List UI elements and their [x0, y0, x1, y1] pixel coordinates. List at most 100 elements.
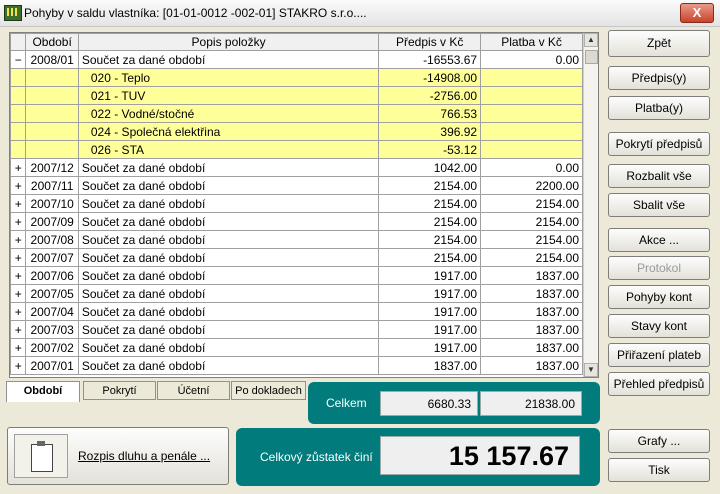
period-cell: 2007/04 — [25, 302, 79, 321]
period-cell: 2007/01 — [25, 356, 79, 375]
scroll-thumb[interactable] — [585, 50, 598, 64]
rozbalit-vse-button[interactable]: Rozbalit vše — [608, 164, 710, 188]
tab-obdobi[interactable]: Období — [6, 381, 80, 402]
platba-cell: 1837.00 — [480, 356, 583, 375]
predpis-cell: 2154.00 — [378, 230, 482, 249]
period-row[interactable]: +2007/11 Součet za dané období 2154.00 2200… — [10, 176, 583, 195]
description-cell: Součet za dané období — [77, 284, 380, 303]
clipboard-icon — [14, 434, 68, 478]
collapse-icon[interactable]: − — [10, 50, 27, 69]
sub-item-row[interactable]: 020 - Teplo -14908.00 — [10, 68, 583, 87]
period-row[interactable]: +2007/02 Součet za dané období 1917.00 1837… — [10, 338, 583, 357]
platba-cell: 1837.00 — [480, 320, 583, 339]
period-cell: 2007/09 — [25, 212, 79, 231]
header-period[interactable]: Období — [25, 33, 79, 51]
tisk-button[interactable]: Tisk — [608, 458, 710, 482]
period-cell: 2007/12 — [25, 158, 79, 177]
sub-item-row[interactable]: 024 - Společná elektřina 396.92 — [10, 122, 583, 141]
predpis-cell: 2154.00 — [378, 194, 482, 213]
expand-icon[interactable]: + — [10, 320, 27, 339]
scroll-up-icon[interactable]: ▲ — [584, 33, 598, 47]
header-predpis[interactable]: Předpis v Kč — [378, 33, 482, 51]
protokol-button[interactable]: Protokol — [608, 256, 710, 280]
platba-cell: 1837.00 — [480, 338, 583, 357]
header-description[interactable]: Popis položky — [77, 33, 380, 51]
period-row[interactable]: −2008/01 Součet za dané období -16553.67 0.… — [10, 50, 583, 69]
sub-item-row[interactable]: 026 - STA -53.12 — [10, 140, 583, 159]
pohyby-kont-button[interactable]: Pohyby kont — [608, 285, 710, 309]
predpis-cell: -53.12 — [378, 140, 482, 159]
platba-button[interactable]: Platba(y) — [608, 96, 710, 120]
close-button[interactable]: X — [680, 3, 714, 23]
period-row[interactable]: +2007/10 Součet za dané období 2154.00 2154… — [10, 194, 583, 213]
rozpis-label: Rozpis dluhu a penále ... — [78, 449, 211, 463]
period-cell: 2008/01 — [25, 50, 79, 69]
description-cell: Součet za dané období — [77, 194, 380, 213]
akce-button[interactable]: Akce ... — [608, 228, 710, 252]
app-icon — [4, 5, 22, 21]
tab-ucetni[interactable]: Účetní — [157, 381, 230, 400]
total-platba: 21838.00 — [480, 391, 582, 416]
vertical-scrollbar[interactable]: ▲ ▼ — [583, 33, 598, 377]
expand-icon[interactable]: + — [10, 158, 27, 177]
period-row[interactable]: +2007/07 Součet za dané období 2154.00 2154… — [10, 248, 583, 267]
period-row[interactable]: +2007/06 Součet za dané období 1917.00 1837… — [10, 266, 583, 285]
period-row[interactable]: +2007/05 Součet za dané období 1917.00 1837… — [10, 284, 583, 303]
expand-icon[interactable]: + — [10, 302, 27, 321]
platba-cell: 1837.00 — [480, 302, 583, 321]
description-cell: Součet za dané období — [77, 248, 380, 267]
movements-table: Období Popis položky Předpis v Kč Platba… — [10, 33, 583, 375]
expand-icon[interactable]: + — [10, 356, 27, 375]
period-cell: 2007/02 — [25, 338, 79, 357]
zpet-button[interactable]: Zpět — [608, 30, 710, 57]
predpis-button[interactable]: Předpis(y) — [608, 66, 710, 90]
expand-icon[interactable]: + — [10, 194, 27, 213]
total-predpis: 6680.33 — [380, 391, 478, 416]
header-expander — [10, 33, 27, 51]
expand-icon[interactable]: + — [10, 284, 27, 303]
expand-icon[interactable]: + — [10, 248, 27, 267]
header-platba[interactable]: Platba v Kč — [480, 33, 583, 51]
predpis-cell: 1917.00 — [378, 320, 482, 339]
movements-grid[interactable]: Období Popis položky Předpis v Kč Platba… — [9, 32, 599, 378]
expand-icon[interactable]: + — [10, 266, 27, 285]
expand-icon[interactable]: + — [10, 230, 27, 249]
scroll-down-icon[interactable]: ▼ — [584, 363, 598, 377]
row-expander-cell — [10, 104, 27, 123]
expand-icon[interactable]: + — [10, 176, 27, 195]
predpis-cell: 766.53 — [378, 104, 482, 123]
tab-pokryti[interactable]: Pokrytí — [83, 381, 156, 400]
predpis-cell: 2154.00 — [378, 248, 482, 267]
sbalit-vse-button[interactable]: Sbalit vše — [608, 193, 710, 217]
predpis-cell: 396.92 — [378, 122, 482, 141]
description-cell: Součet za dané období — [77, 338, 380, 357]
pokryti-predpisu-button[interactable]: Pokrytí předpisů — [608, 132, 710, 156]
tab-po-dokladech[interactable]: Po dokladech — [231, 381, 306, 400]
table-header-row: Období Popis položky Předpis v Kč Platba… — [10, 33, 583, 51]
description-cell: Součet za dané období — [77, 320, 380, 339]
sub-item-row[interactable]: 021 - TUV -2756.00 — [10, 86, 583, 105]
totals-label: Celkem — [326, 396, 367, 410]
period-row[interactable]: +2007/12 Součet za dané období 1042.00 0.00 — [10, 158, 583, 177]
rozpis-dluhu-button[interactable]: Rozpis dluhu a penále ... — [7, 427, 229, 485]
platba-cell — [480, 104, 583, 123]
prirazeni-plateb-button[interactable]: Přiřazení plateb — [608, 343, 710, 367]
period-row[interactable]: +2007/09 Součet za dané období 2154.00 2154… — [10, 212, 583, 231]
expand-icon[interactable]: + — [10, 338, 27, 357]
period-row[interactable]: +2007/04 Součet za dané období 1917.00 1837… — [10, 302, 583, 321]
expand-icon[interactable]: + — [10, 212, 27, 231]
predpis-cell: 1042.00 — [378, 158, 482, 177]
period-cell: 2007/10 — [25, 194, 79, 213]
stavy-kont-button[interactable]: Stavy kont — [608, 314, 710, 338]
period-row[interactable]: +2007/01 Součet za dané období 1837.00 1837… — [10, 356, 583, 375]
period-row[interactable]: +2007/08 Součet za dané období 2154.00 2154… — [10, 230, 583, 249]
title-bar: Pohyby v saldu vlastníka: [01-01-0012 -0… — [0, 0, 720, 27]
platba-cell: 2154.00 — [480, 230, 583, 249]
grafy-button[interactable]: Grafy ... — [608, 429, 710, 453]
period-cell — [25, 104, 79, 123]
window-title: Pohyby v saldu vlastníka: [01-01-0012 -0… — [24, 6, 367, 20]
sub-item-row[interactable]: 022 - Vodné/stočné 766.53 — [10, 104, 583, 123]
prehled-predpisu-button[interactable]: Přehled předpisů — [608, 372, 710, 396]
period-row[interactable]: +2007/03 Součet za dané období 1917.00 1837… — [10, 320, 583, 339]
period-cell: 2007/05 — [25, 284, 79, 303]
